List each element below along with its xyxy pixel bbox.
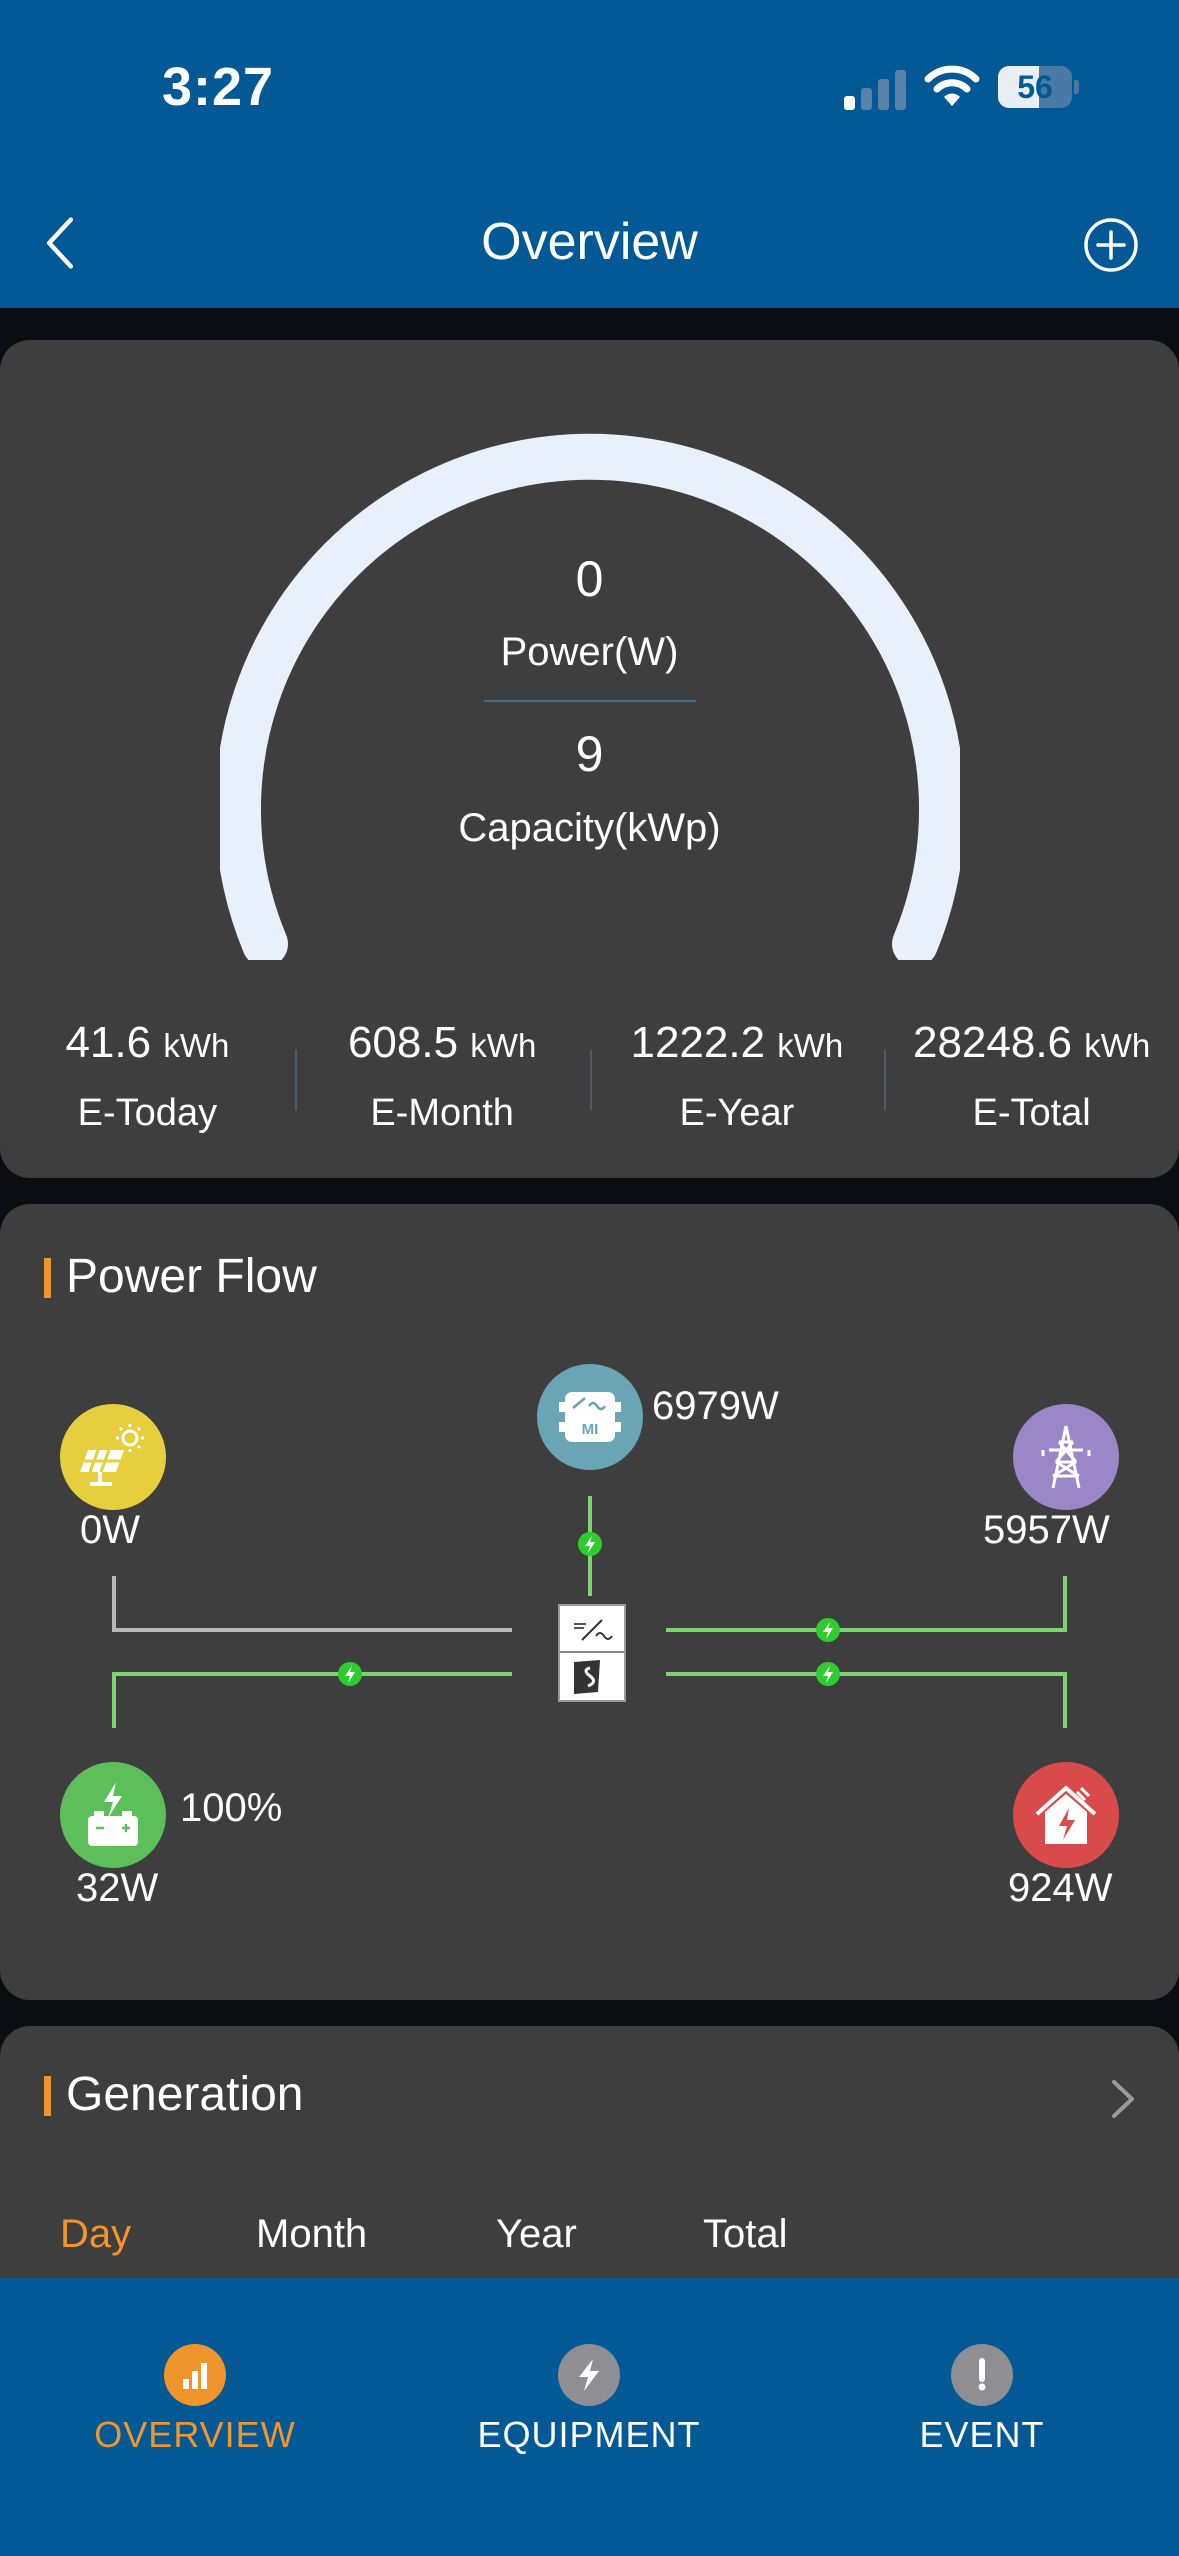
grid-node[interactable] [1013,1404,1119,1510]
capacity-label: Capacity(kWp) [458,806,721,850]
tab-equipment[interactable]: EQUIPMENT [439,2344,739,2456]
status-time: 3:27 [162,57,275,117]
tab-equipment-label: EQUIPMENT [477,2414,701,2455]
app-header: 3:27 56 Overview [0,0,1179,308]
bottom-tab-bar: OVERVIEW EQUIPMENT EVENT [0,2278,1179,2556]
microinverter-value: 6979W [652,1384,779,1428]
stat-label: E-Today [77,1092,218,1134]
generation-tabs: Day Month Year Total [0,2212,1179,2272]
home-node[interactable] [1013,1762,1119,1868]
microinverter-badge: MI [582,1421,599,1438]
battery-node[interactable] [60,1762,166,1868]
power-value: 0 [575,551,604,607]
battery-percent: 56 [1017,69,1053,105]
tab-overview-label: OVERVIEW [94,2414,296,2455]
home-power-icon [1035,1785,1097,1844]
stat-label: E-Month [370,1092,514,1134]
hybrid-inverter-icon[interactable] [558,1604,626,1702]
tab-event-label: EVENT [919,2414,1045,2455]
power-label: Power(W) [500,630,679,674]
stat-e-today: 41.6 kWh E-Today [0,1008,295,1138]
flow-line-battery [112,1672,512,1728]
battery-charge-icon [88,1782,138,1846]
add-button[interactable] [1082,216,1140,274]
battery-value: 32W [76,1866,159,1910]
power-gauge [220,433,960,960]
energy-stats: 41.6 kWh E-Today 608.5 kWh E-Month 1222.… [0,1008,1179,1138]
battery-soc: 100% [180,1786,283,1830]
flow-arrow-icon [338,1662,362,1686]
home-value: 924W [1008,1866,1113,1910]
cellular-signal-icon [844,66,906,110]
solar-panel-icon [80,1424,144,1486]
power-flow-card: Power Flow 0W MI 6979W 5957W 100% 32W 92… [0,1204,1179,2000]
gauge-divider [484,700,696,702]
stat-label: E-Year [679,1092,795,1134]
flow-arrow-icon [578,1532,602,1556]
page-title: Overview [481,213,698,271]
tab-overview[interactable]: OVERVIEW [45,2344,345,2456]
generation-title: Generation [44,2071,304,2119]
flow-arrow-icon [816,1662,840,1686]
tab-month[interactable]: Month [256,2212,367,2257]
generation-more-button[interactable] [1098,2074,1148,2124]
stat-label: E-Total [972,1092,1091,1134]
flow-line-solar [112,1576,512,1632]
tab-total[interactable]: Total [703,2212,788,2257]
solar-node[interactable] [60,1404,166,1510]
grid-value: 5957W [983,1508,1110,1552]
overview-card: 0 Power(W) 9 Capacity(kWp) 41.6 kWh E-To… [0,340,1179,1178]
tab-day[interactable]: Day [60,2212,131,2257]
chevron-right-icon [1112,2080,1134,2118]
stat-e-year: 1222.2 kWh E-Year [589,1008,885,1138]
stat-e-month: 608.5 kWh E-Month [294,1008,590,1138]
microinverter-icon: MI [559,1392,621,1442]
microinverter-node[interactable]: MI [537,1364,643,1470]
wifi-icon [924,64,980,108]
lightning-icon [558,2344,620,2406]
tab-year[interactable]: Year [496,2212,577,2257]
bar-chart-icon [164,2344,226,2406]
solar-value: 0W [80,1508,140,1552]
capacity-value: 9 [575,726,604,782]
flow-arrow-icon [816,1618,840,1642]
power-tower-icon [1041,1425,1091,1489]
tab-event[interactable]: EVENT [832,2344,1132,2456]
flow-line-grid [666,1576,1067,1632]
battery-icon: 56 [998,66,1080,108]
stat-e-total: 28248.6 kWh E-Total [884,1008,1179,1138]
power-flow-diagram [112,1496,1067,1728]
exclamation-icon [951,2344,1013,2406]
flow-line-home [666,1672,1067,1728]
plus-circle-icon [1084,218,1138,272]
